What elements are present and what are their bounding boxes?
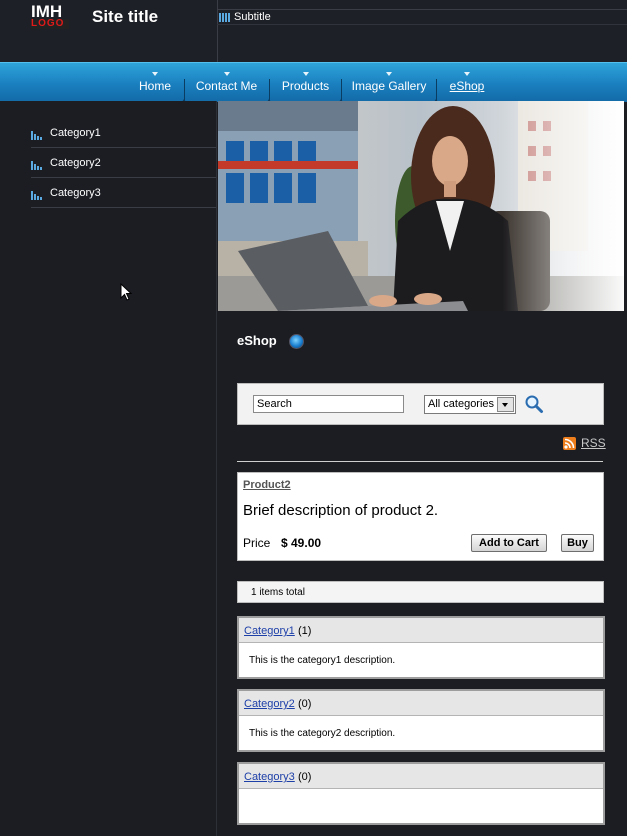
nav-separator: [267, 79, 271, 102]
nav-item-home[interactable]: Home: [132, 63, 178, 102]
header-rule: [217, 9, 627, 10]
nav-separator: [182, 79, 186, 102]
subtitle: Subtitle: [219, 11, 271, 23]
buy-button[interactable]: Buy: [561, 534, 594, 552]
nav-separator: [434, 79, 438, 102]
nav-item-label: Contact Me: [195, 79, 258, 93]
product-card: Product2 Brief description of product 2.…: [237, 472, 604, 561]
add-to-cart-button[interactable]: Add to Cart: [471, 534, 547, 552]
globe-dot-icon: [289, 334, 304, 349]
category-description: This is the category2 description.: [249, 728, 396, 739]
category-box: Category2 (0) This is the category2 desc…: [237, 689, 605, 752]
nav-item-label: Image Gallery: [351, 79, 427, 93]
category-box-body: [239, 789, 603, 823]
items-total-text: 1 items total: [251, 587, 305, 598]
category-count: (0): [298, 698, 312, 710]
dropdown-arrow-icon[interactable]: [497, 397, 514, 412]
nav-item-contact-me[interactable]: Contact Me: [193, 63, 260, 102]
product-name-link[interactable]: Product2: [243, 479, 291, 491]
sidebar-item-category2[interactable]: Category2: [31, 148, 216, 178]
nav-marker-icon: [464, 72, 470, 76]
header-rule: [217, 24, 627, 25]
rss-icon: [563, 436, 576, 450]
category-count: (0): [298, 771, 312, 783]
search-panel: All categories: [237, 383, 604, 425]
category-box-header: Category3 (0): [239, 764, 603, 789]
bars-icon: [31, 191, 42, 200]
nav-item-label: Products: [281, 79, 330, 93]
category-count: (1): [298, 625, 312, 637]
category-box-header: Category1 (1): [239, 618, 603, 643]
bars-icon: [219, 12, 230, 22]
nav-separator: [339, 79, 343, 102]
divider: [237, 461, 603, 462]
sidebar-item-category3[interactable]: Category3: [31, 178, 216, 208]
sidebar-item-category1[interactable]: Category1: [31, 118, 216, 148]
nav-item-label: Home: [138, 79, 171, 93]
woman-laptop-photo: [218, 101, 624, 311]
nav-item-label: eShop: [449, 79, 485, 93]
sidebar-item-label: Category1: [50, 127, 101, 139]
category-link[interactable]: Category3: [244, 771, 295, 783]
sidebar-item-label: Category3: [50, 187, 101, 199]
logo-text-bottom: LOGO: [31, 19, 69, 29]
nav-marker-icon: [152, 72, 158, 76]
bars-icon: [31, 131, 42, 140]
search-icon[interactable]: [524, 394, 544, 414]
category-link[interactable]: Category1: [244, 625, 295, 637]
nav-marker-icon: [386, 72, 392, 76]
category-box: Category1 (1) This is the category1 desc…: [237, 616, 605, 679]
category-select[interactable]: All categories: [424, 395, 516, 414]
rss-link[interactable]: RSS: [563, 436, 606, 450]
rss-label: RSS: [581, 436, 606, 450]
category-box-body: This is the category1 description.: [239, 643, 603, 677]
logo[interactable]: IMH LOGO: [31, 2, 69, 30]
category-select-value: All categories: [428, 398, 495, 410]
nav-item-products[interactable]: Products: [278, 63, 333, 102]
sidebar-divider: [216, 101, 217, 836]
nav-item-image-gallery[interactable]: Image Gallery: [350, 63, 428, 102]
category-link[interactable]: Category2: [244, 698, 295, 710]
site-title[interactable]: Site title: [92, 7, 158, 27]
cursor-icon: [120, 283, 132, 301]
logo-text-top: IMH: [31, 2, 63, 21]
category-box: Category3 (0): [237, 762, 605, 825]
price-value: $ 49.00: [281, 536, 322, 550]
subtitle-text: Subtitle: [234, 11, 271, 23]
nav-item-eshop[interactable]: eShop: [446, 63, 488, 102]
sidebar-item-label: Category2: [50, 157, 101, 169]
category-box-header: Category2 (0): [239, 691, 603, 716]
bars-icon: [31, 161, 42, 170]
price-label: Price: [243, 536, 271, 550]
hero-image: [218, 101, 624, 311]
main-nav: Home Contact Me Products Image Gallery e…: [0, 62, 627, 102]
category-description: This is the category1 description.: [249, 655, 396, 666]
product-description: Brief description of product 2.: [243, 502, 439, 519]
sidebar: Category1 Category2 Category3: [0, 101, 217, 836]
page-title: eShop: [237, 333, 277, 348]
items-total-bar: 1 items total: [237, 581, 604, 603]
nav-marker-icon: [302, 72, 309, 76]
nav-marker-icon: [223, 72, 230, 76]
category-box-body: This is the category2 description.: [239, 716, 603, 750]
search-input[interactable]: [253, 395, 404, 413]
header: IMH LOGO Site title Subtitle: [0, 0, 627, 62]
